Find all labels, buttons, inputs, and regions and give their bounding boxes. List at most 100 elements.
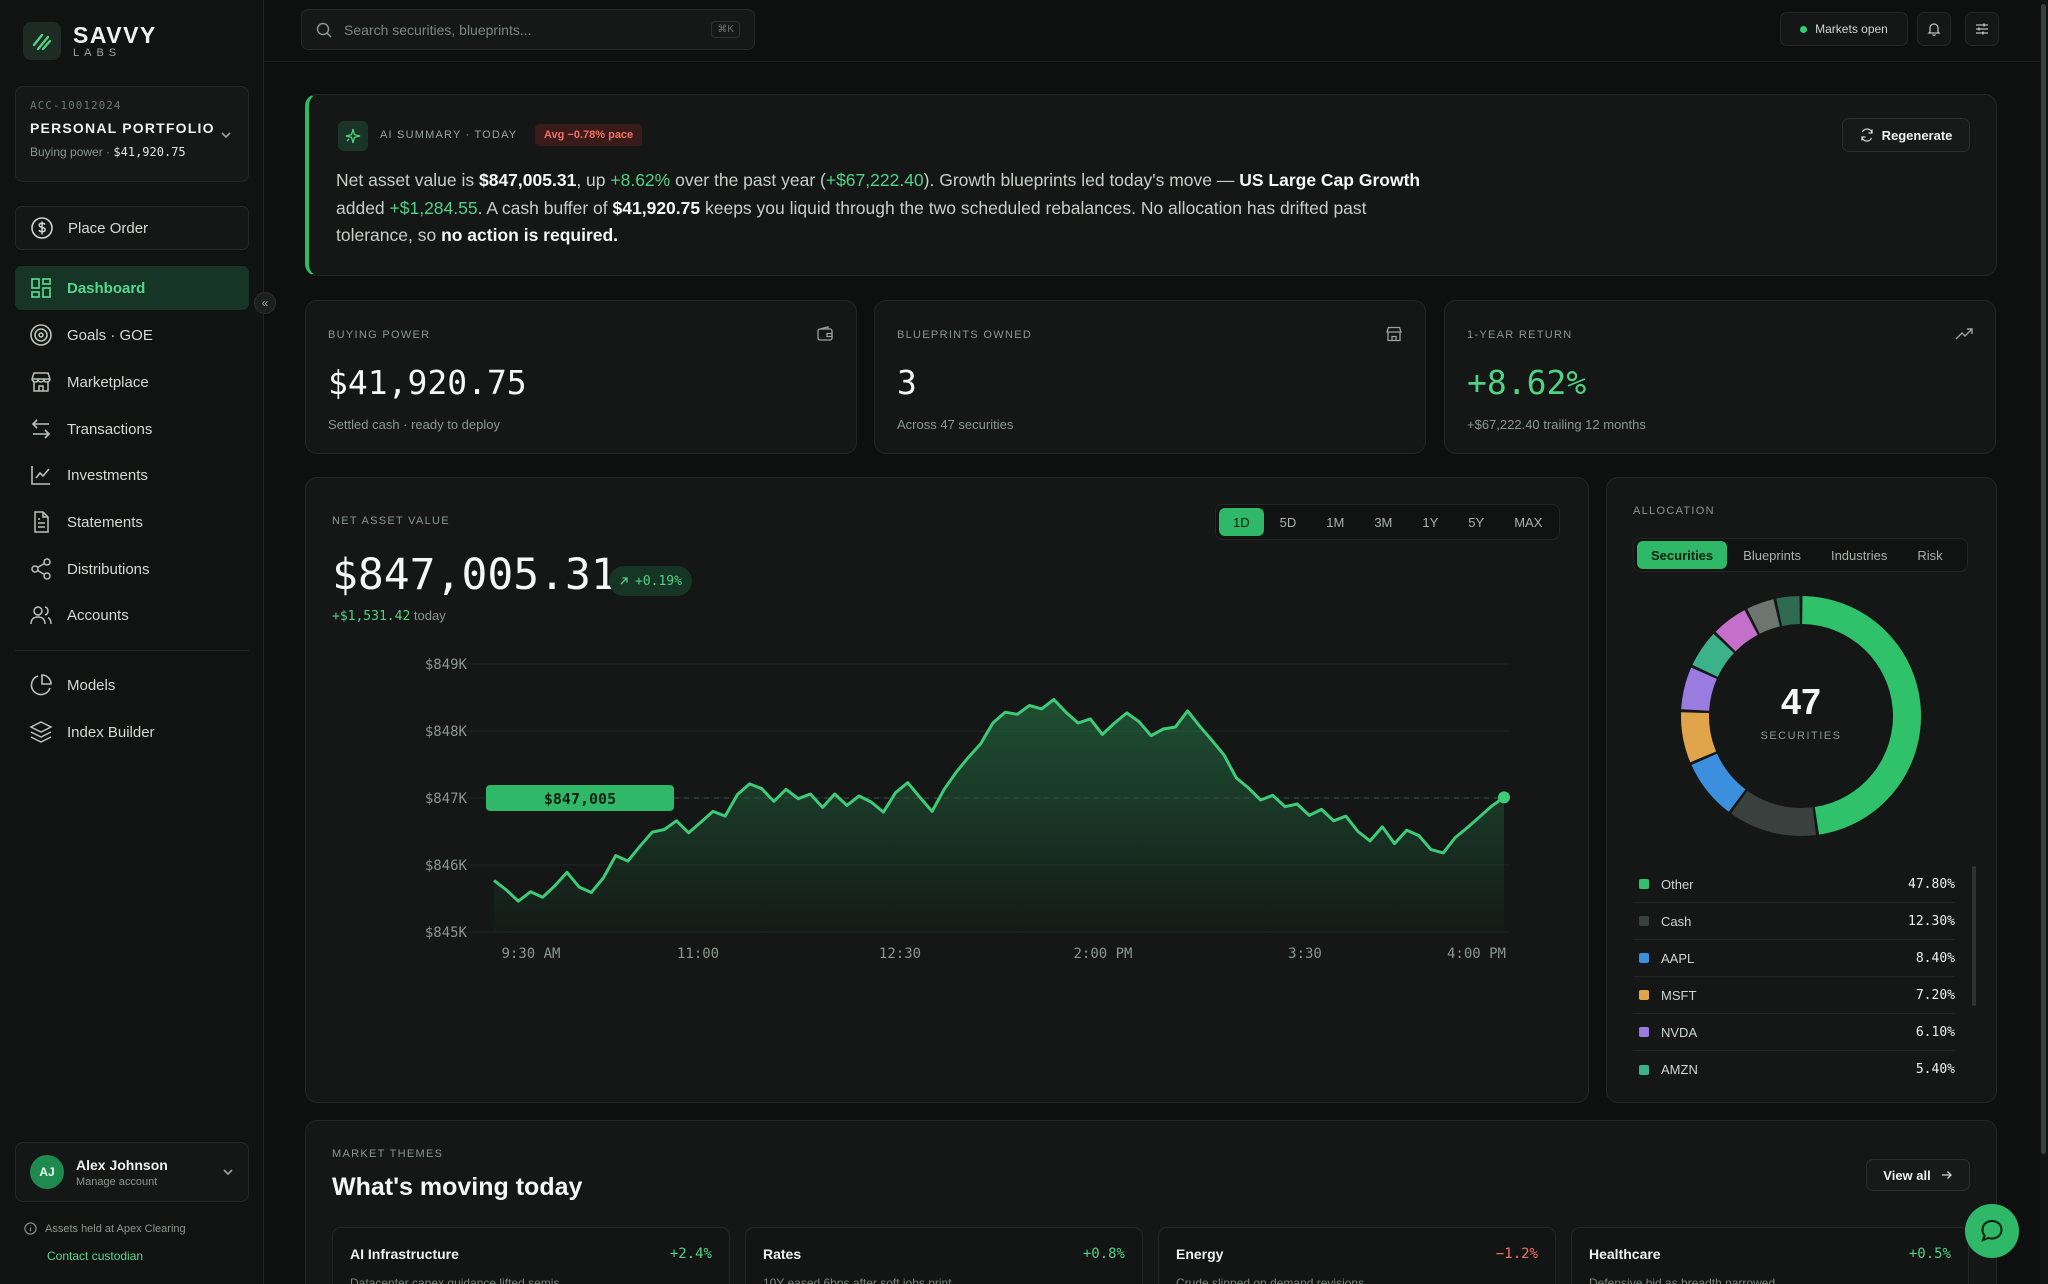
legend-pct: 5.40% (1915, 1062, 1955, 1077)
sidebar-item-label: Investments (67, 466, 148, 484)
donut-segment[interactable] (1691, 753, 1746, 812)
theme-desc: Defensive bid as breadth narrowed (1589, 1276, 1776, 1284)
theme-card[interactable]: Rates +0.8% 10Y eased 6bps after soft jobs… (745, 1227, 1143, 1284)
tab-risk[interactable]: Risk (1903, 541, 1956, 569)
sidebar-item-transactions[interactable]: Transactions (15, 407, 249, 451)
sidebar-item-investments[interactable]: Investments (15, 453, 249, 497)
theme-change: +0.8% (1082, 1246, 1125, 1262)
donut-segment[interactable] (1776, 596, 1800, 626)
chat-bubble-icon (1981, 1219, 2003, 1242)
y-tick-label: $846K (425, 858, 468, 874)
legend-swatch (1639, 879, 1649, 889)
sidebar-item-accounts[interactable]: Accounts (15, 593, 249, 637)
chat-button[interactable] (1965, 1204, 2019, 1258)
regenerate-button[interactable]: Regenerate (1842, 118, 1970, 152)
pie-chart-icon (30, 674, 52, 696)
stat-label: BLUEPRINTS OWNED (897, 329, 1033, 341)
tab-blueprints[interactable]: Blueprints (1729, 541, 1815, 569)
donut-segment[interactable] (1731, 790, 1817, 836)
legend-swatch (1639, 1027, 1649, 1037)
theme-card[interactable]: Healthcare +0.5% Defensive bid as breadth … (1571, 1227, 1969, 1284)
ai-summary-label: AI SUMMARY · TODAY (380, 129, 518, 141)
legend-item[interactable]: NVDA 6.10% (1633, 1014, 1955, 1051)
theme-name: Rates (763, 1246, 802, 1262)
legend-scrollbar[interactable] (1972, 866, 1976, 1006)
x-tick-label: 9:30 AM (501, 946, 560, 962)
legend-swatch (1639, 953, 1649, 963)
y-tick-label: $848K (425, 724, 468, 740)
x-tick-label: 4:00 PM (1447, 946, 1506, 962)
sidebar-item-label: Index Builder (67, 723, 155, 741)
legend-item[interactable]: MSFT 7.20% (1633, 977, 1955, 1014)
page-scrollbar-thumb[interactable] (2041, 4, 2046, 1154)
market-themes-card: MARKET THEMES What's moving today View a… (305, 1120, 1997, 1284)
shortcut-hint: ⌘K (711, 21, 740, 38)
themes-label: MARKET THEMES (332, 1148, 444, 1160)
logo-mark-icon (23, 22, 61, 60)
legend-item[interactable]: AMZN 5.40% (1633, 1051, 1955, 1088)
tab-securities[interactable]: Securities (1637, 541, 1728, 569)
brand-name: SAVVY (73, 22, 157, 48)
stat-sub: Across 47 securities (897, 417, 1014, 432)
store-icon (31, 372, 51, 392)
app-root: SAVVY LABS ACC-10012024 PERSONAL PORTFOL… (0, 0, 2048, 1284)
last-point-marker (1498, 791, 1510, 804)
search-input[interactable] (344, 21, 700, 38)
theme-change: +2.4% (669, 1246, 712, 1262)
market-status-badge: Markets open (1780, 12, 1908, 46)
dashboard-grid-icon (31, 278, 51, 298)
sidebar-item-goals[interactable]: Goals · GOE (15, 313, 249, 357)
allocation-label: ALLOCATION (1633, 505, 1715, 517)
user-menu[interactable]: AJ Alex Johnson Manage account (15, 1142, 249, 1202)
contact-custodian-link[interactable]: Contact custodian (47, 1249, 143, 1263)
info-icon (24, 1222, 37, 1235)
legend-item[interactable]: Cash 12.30% (1633, 903, 1955, 940)
sidebar-item-label: Transactions (67, 420, 153, 438)
ai-summary-card: AI SUMMARY · TODAY Avg −0.78% pace Regen… (305, 94, 1997, 276)
y-tick-label: $845K (425, 925, 468, 941)
theme-card[interactable]: Energy −1.2% Crude slipped on demand revis… (1158, 1227, 1556, 1284)
y-tick-label: $847K (425, 791, 468, 807)
legend-item[interactable]: AAPL 8.40% (1633, 940, 1955, 977)
brand-logo[interactable]: SAVVY LABS (23, 22, 157, 60)
sidebar-item-label: Goals · GOE (67, 326, 153, 344)
view-all-button[interactable]: View all (1866, 1159, 1970, 1191)
sidebar-item-index-builder[interactable]: Index Builder (15, 710, 249, 754)
status-dot-icon (1800, 25, 1808, 33)
legend-name: AMZN (1661, 1062, 1698, 1077)
tab-industries[interactable]: Industries (1817, 541, 1901, 569)
themes-title: What's moving today (332, 1173, 583, 1201)
stat-value: 3 (897, 363, 917, 402)
share-nodes-icon (31, 558, 51, 580)
notifications-button[interactable] (1917, 12, 1951, 46)
sidebar-item-distributions[interactable]: Distributions (15, 547, 249, 591)
wallet-icon (817, 326, 833, 341)
legend-pct: 6.10% (1915, 1024, 1955, 1040)
account-switcher[interactable]: ACC-10012024 PERSONAL PORTFOLIO Buying p… (15, 86, 249, 182)
legend-pct: 47.80% (1908, 876, 1955, 892)
theme-name: AI Infrastructure (350, 1246, 459, 1262)
sliders-icon (1976, 23, 1988, 35)
sidebar: SAVVY LABS ACC-10012024 PERSONAL PORTFOL… (0, 0, 264, 1284)
search-bar[interactable]: ⌘K (301, 9, 755, 50)
user-name: Alex Johnson (76, 1156, 168, 1173)
page-scrollbar[interactable] (2040, 0, 2048, 1284)
sparkle-icon (338, 121, 368, 151)
collapse-sidebar-button[interactable]: « (254, 292, 276, 314)
theme-card[interactable]: AI Infrastructure +2.4% Datacenter capex g… (332, 1227, 730, 1284)
sidebar-item-label: Models (67, 676, 116, 694)
sidebar-item-statements[interactable]: Statements (15, 500, 249, 544)
securities-count: 47 (1780, 681, 1822, 722)
double-chevron-left-icon: « (261, 296, 269, 310)
legend-item[interactable]: Other 47.80% (1633, 866, 1955, 903)
legend-pct: 7.20% (1915, 987, 1955, 1003)
settings-button[interactable] (1965, 12, 1999, 46)
nav-chart: $849K $848K $847K $846K $845K 9:30 AM 11:00 12:… (425, 657, 1510, 962)
sidebar-item-dashboard[interactable]: Dashboard (15, 266, 249, 310)
allocation-legend: Other 47.80% Cash 12.30% AAPL 8.40% MSFT 7.20% N… (1633, 866, 1955, 1088)
stat-card-buying-power: BUYING POWER $41,920.75 Settled cash · r… (305, 300, 857, 454)
allocation-card: ALLOCATION Securities Blueprints Industrie… (1606, 477, 1997, 1103)
place-order-button[interactable]: Place Order (15, 206, 249, 250)
sidebar-item-models[interactable]: Models (15, 663, 249, 707)
sidebar-item-marketplace[interactable]: Marketplace (15, 360, 249, 404)
